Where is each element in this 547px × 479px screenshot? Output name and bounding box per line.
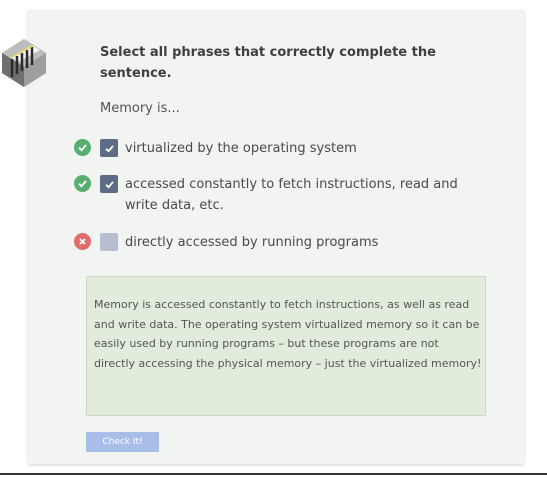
option-3-label: directly accessed by running programs [125,235,379,250]
x-circle-icon [74,233,91,250]
question-prompt: Select all phrases that correctly comple… [100,45,436,81]
feedback-text: Memory is accessed constantly to fetch i… [94,298,482,370]
check-circle-icon [74,139,91,156]
check-it-button[interactable]: Check It! [86,432,159,452]
option-1[interactable]: virtualized by the operating system [74,138,494,159]
option-3[interactable]: directly accessed by running programs [74,232,494,253]
option-3-checkbox[interactable] [100,233,118,251]
option-1-checkbox[interactable] [100,139,118,157]
checkmark-icon [104,180,114,189]
option-2[interactable]: accessed constantly to fetch instruction… [74,174,494,216]
option-1-label: virtualized by the operating system [125,141,357,156]
checkmark-icon [104,144,114,153]
question-stem: Memory is... [100,101,180,116]
bottom-divider [0,473,547,475]
check-circle-icon [74,175,91,192]
option-2-checkbox[interactable] [100,175,118,193]
feedback-panel: Memory is accessed constantly to fetch i… [86,276,486,416]
option-2-label: accessed constantly to fetch instruction… [125,177,458,213]
memory-chip-icon [2,39,46,87]
